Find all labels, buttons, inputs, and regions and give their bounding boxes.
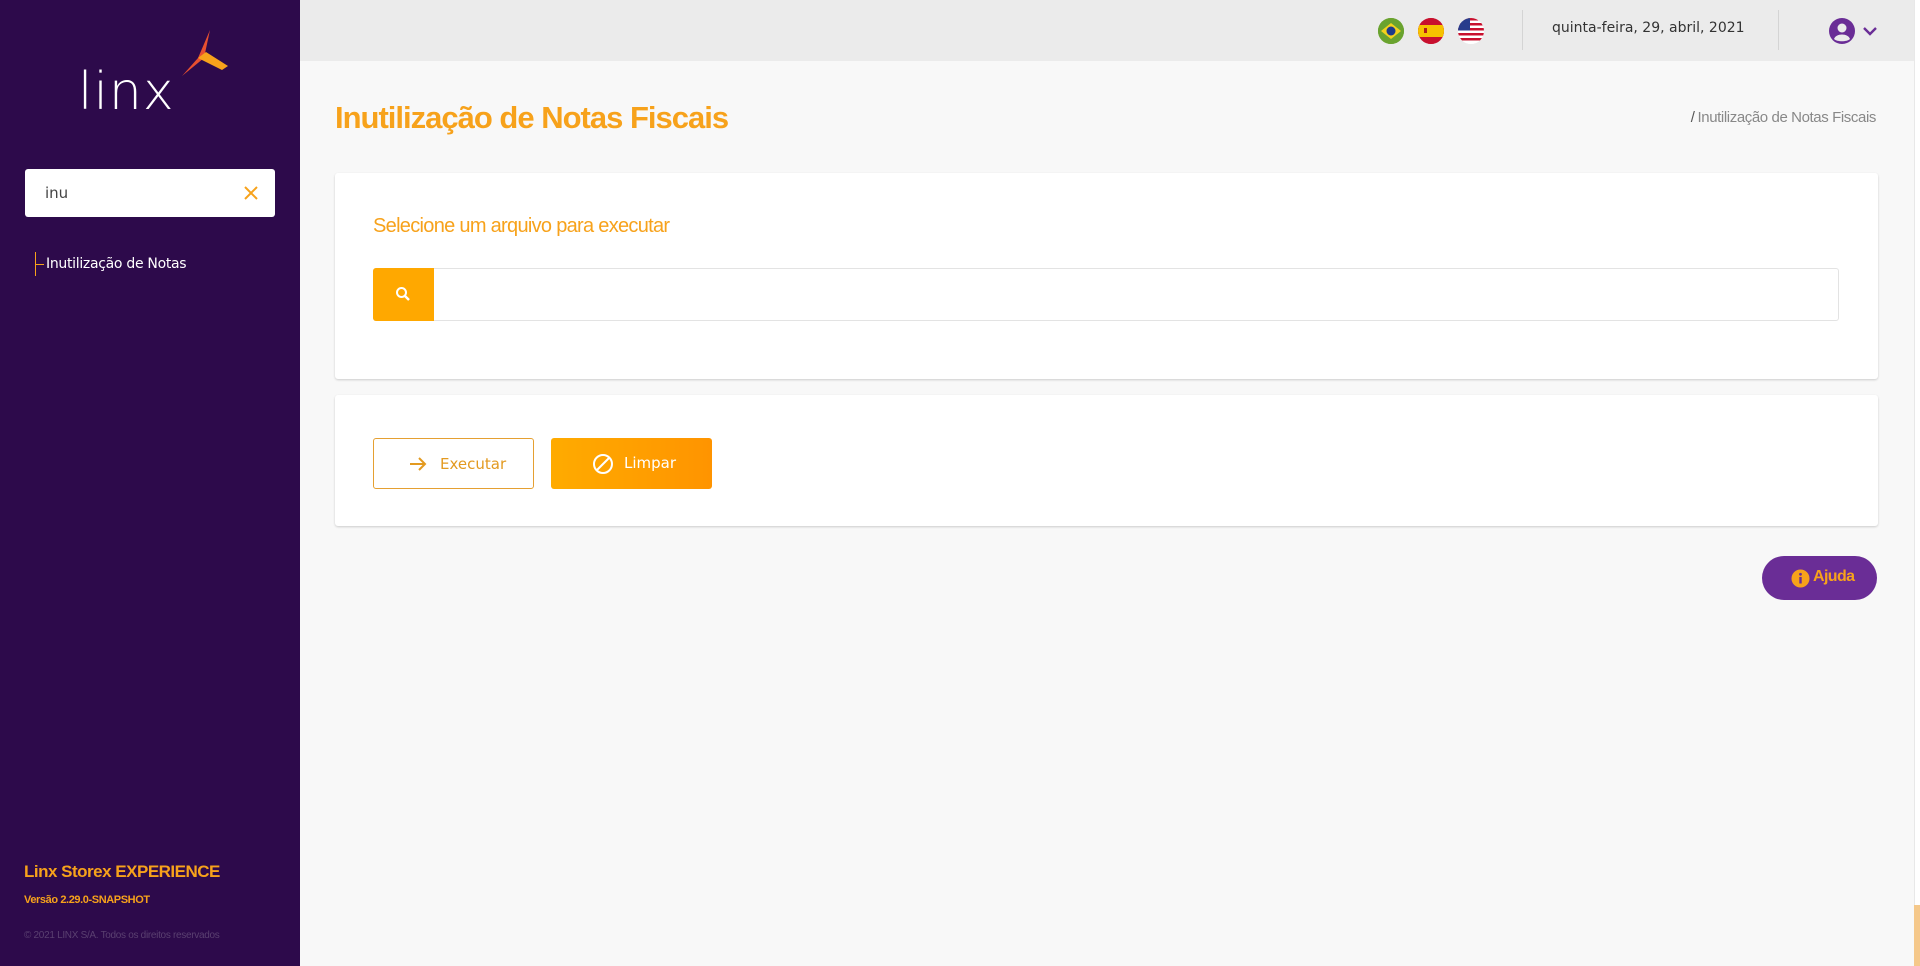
top-bar: quinta-feira, 29, abril, 2021 [300,0,1914,61]
chevron-down-icon [1863,27,1877,36]
app-name: Linx Storex EXPERIENCE [24,862,220,881]
search-icon [396,287,410,301]
sidebar: linx Inutilização de Notas Linx Storex E… [0,0,300,966]
logo-mark-icon [182,30,228,76]
actions-card: Executar Limpar [335,395,1878,526]
file-search-button[interactable] [373,268,434,321]
flag-brazil-icon[interactable] [1378,18,1404,44]
menu-search-input[interactable] [45,169,235,217]
flag-spain-icon[interactable] [1418,18,1444,44]
execute-button[interactable]: Executar [373,438,534,489]
menu-search-box [25,169,275,217]
app-version: Versão 2.29.0-SNAPSHOT [24,894,150,906]
breadcrumb-current: Inutilização de Notas Fiscais [1697,109,1877,126]
clear-button[interactable]: Limpar [551,438,712,489]
clear-label: Limpar [624,454,677,472]
user-circle-icon [1829,18,1855,44]
sidebar-item-inutilizacao[interactable]: Inutilização de Notas [35,252,187,276]
file-picker [373,268,1839,321]
breadcrumb: / Inutilização de Notas Fiscais [1690,109,1877,126]
copyright: © 2021 LINX S/A. Todos os direitos reser… [24,930,220,941]
help-button[interactable]: Ajuda [1762,556,1877,600]
current-date: quinta-feira, 29, abril, 2021 [1552,20,1745,36]
file-selection-card: Selecione um arquivo para executar [335,173,1878,379]
file-card-title: Selecione um arquivo para executar [373,215,670,237]
linx-logo: linx [78,28,228,122]
info-icon [1791,569,1810,588]
divider [1522,10,1523,50]
file-path-input[interactable] [436,269,1836,320]
flag-usa-icon[interactable] [1458,18,1484,44]
user-menu[interactable] [1828,16,1880,46]
scrollbar-end [1914,905,1920,966]
help-label: Ajuda [1813,568,1855,585]
logo-text: linx [78,62,175,122]
scrollbar-thumb[interactable] [1914,0,1920,905]
execute-label: Executar [440,455,507,473]
page-title: Inutilização de Notas Fiscais [335,100,729,135]
arrow-right-icon [410,457,427,471]
ban-icon [593,454,613,474]
close-icon[interactable] [241,183,261,203]
divider [1778,10,1779,50]
breadcrumb-separator: / [1690,109,1695,126]
